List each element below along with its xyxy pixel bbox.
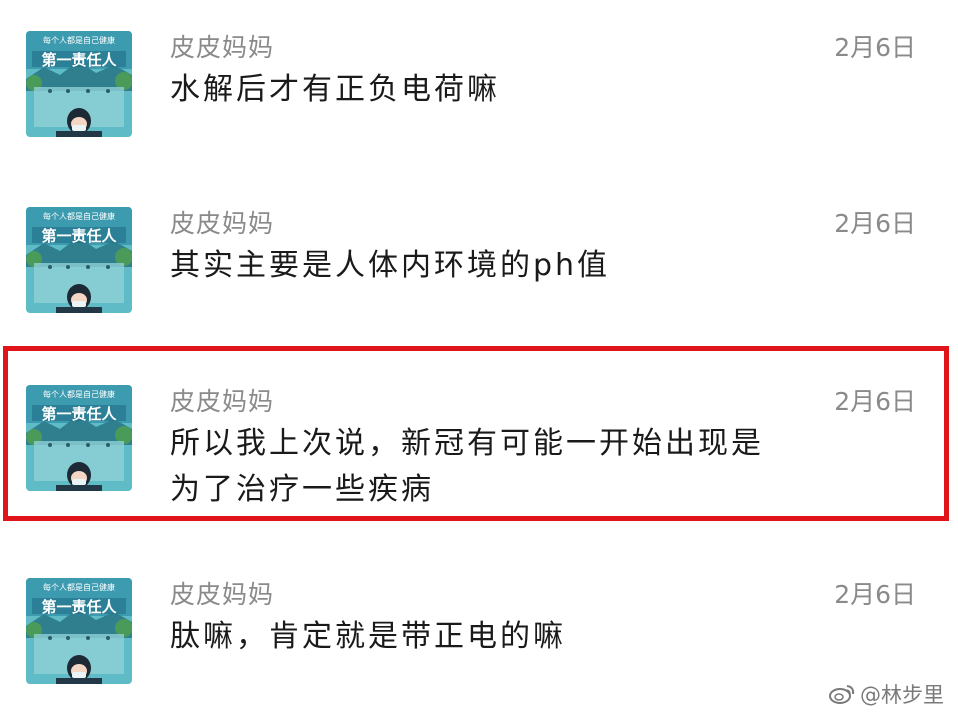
avatar[interactable]: 每个人都是自己健康 第一责任人 bbox=[26, 207, 132, 313]
comment-text: 肽嘛，肯定就是带正电的嘛 bbox=[170, 619, 566, 654]
comment-username[interactable]: 皮皮妈妈 bbox=[170, 580, 274, 610]
avatar-caption-big: 第一责任人 bbox=[41, 51, 117, 69]
highlight-box bbox=[3, 346, 949, 521]
comment-username[interactable]: 皮皮妈妈 bbox=[170, 209, 274, 239]
avatar[interactable]: 每个人都是自己健康 第一责任人 bbox=[26, 578, 132, 684]
comment-timestamp: 2月6日 bbox=[834, 209, 916, 238]
comment-text: 水解后才有正负电荷嘛 bbox=[170, 72, 500, 107]
avatar-caption-small: 每个人都是自己健康 bbox=[43, 212, 115, 221]
avatar-image bbox=[26, 207, 132, 313]
comment-username[interactable]: 皮皮妈妈 bbox=[170, 33, 274, 63]
comment-timestamp: 2月6日 bbox=[834, 33, 916, 62]
avatar-caption-small: 每个人都是自己健康 bbox=[43, 36, 115, 45]
avatar-caption-big: 第一责任人 bbox=[41, 227, 117, 245]
watermark-text: @林步里 bbox=[860, 683, 944, 707]
avatar-caption-big: 第一责任人 bbox=[41, 598, 117, 616]
avatar[interactable]: 每个人都是自己健康 第一责任人 bbox=[26, 31, 132, 137]
comment-timestamp: 2月6日 bbox=[834, 580, 916, 609]
comment-text: 其实主要是人体内环境的ph值 bbox=[170, 248, 611, 283]
weibo-icon bbox=[828, 683, 856, 705]
watermark: @林步里 bbox=[828, 679, 944, 709]
avatar-image bbox=[26, 578, 132, 684]
avatar-image bbox=[26, 31, 132, 137]
avatar-caption-small: 每个人都是自己健康 bbox=[43, 583, 115, 592]
